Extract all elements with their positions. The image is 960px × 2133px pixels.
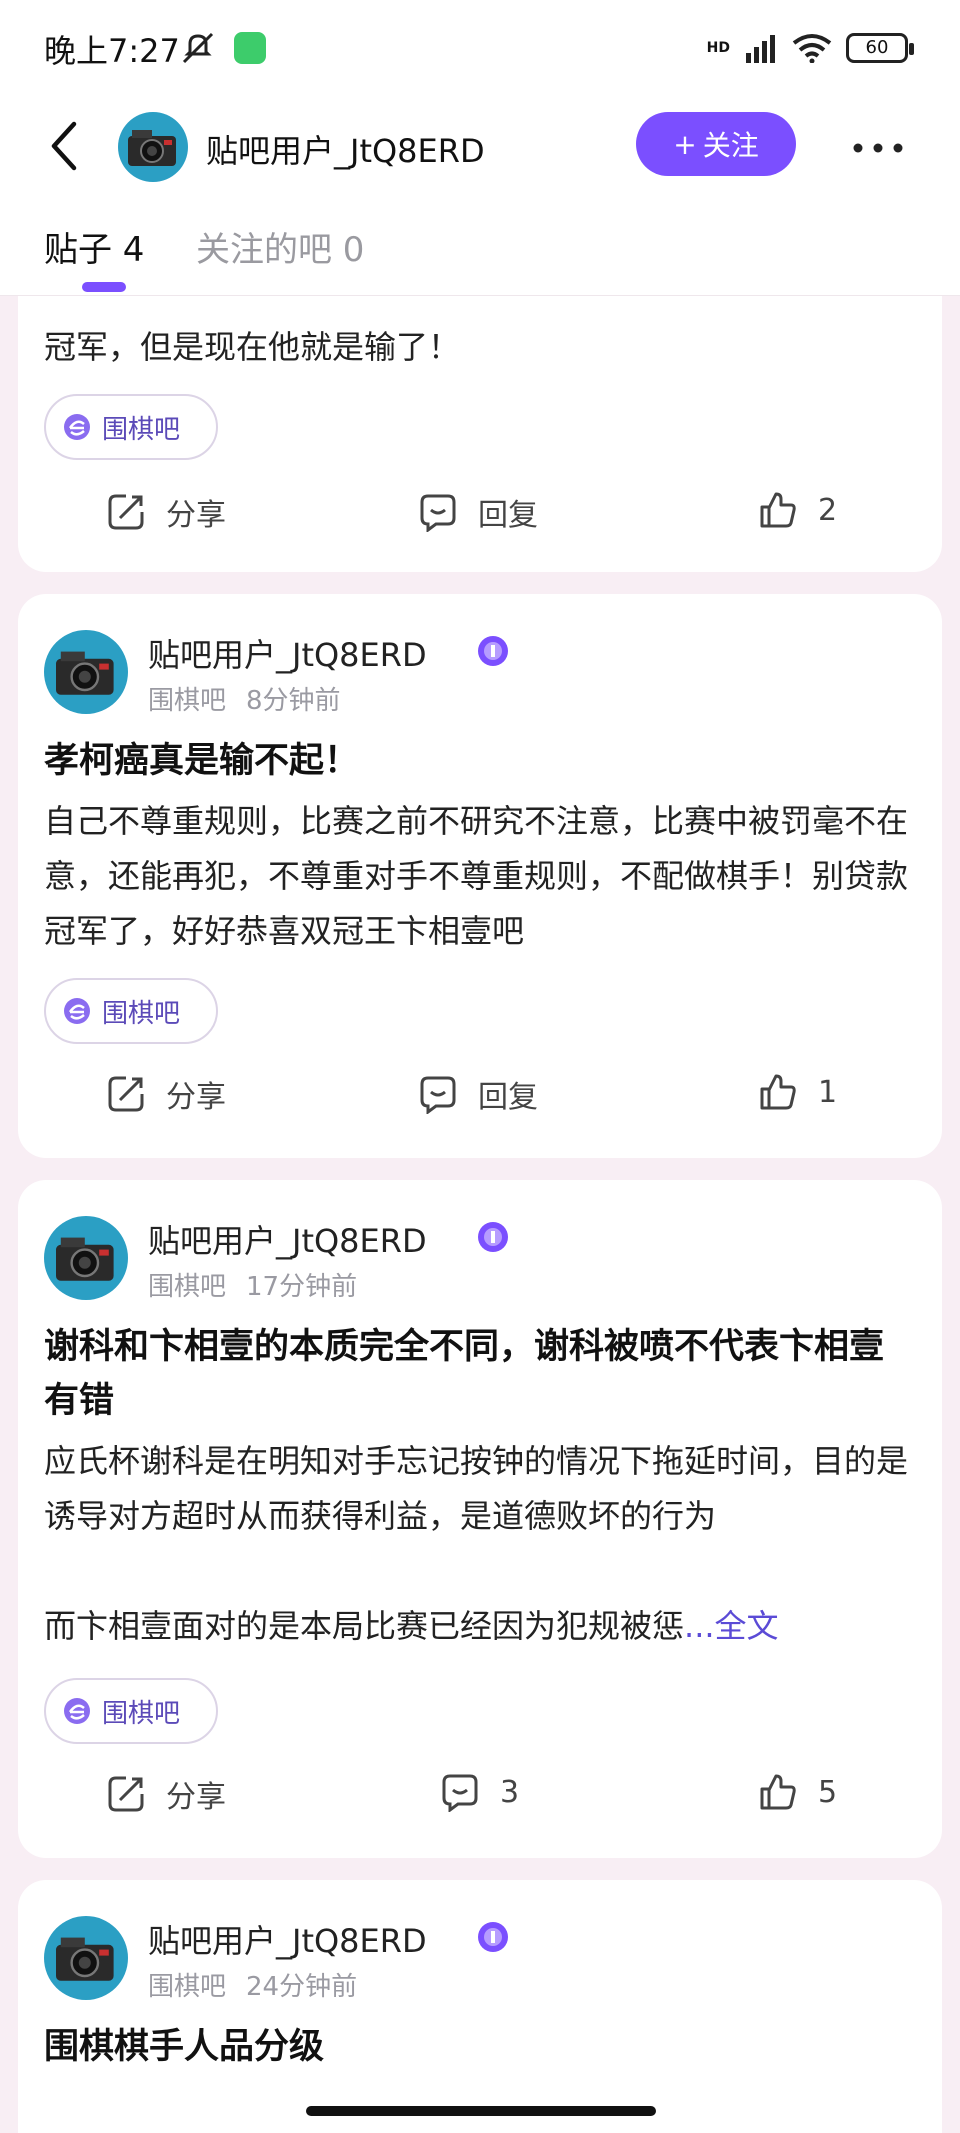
post-time: 24分钟前 (246, 1972, 358, 2002)
app-notification-icon (234, 32, 266, 64)
camera-avatar-image (44, 630, 128, 714)
profile-header: 贴吧用户_JtQ8ERD + 关注 贴子 4 关注的吧 0 (0, 96, 960, 296)
thumbs-up-icon (760, 1774, 796, 1810)
post-card[interactable]: 贴吧用户_JtQ8ERD 围棋吧 17分钟前 谢科和卞相壹的本质完全不同，谢科被喷… (18, 1180, 942, 1858)
home-indicator[interactable] (306, 2106, 656, 2116)
post-forum: 围棋吧 (148, 686, 227, 716)
post-card[interactable]: 贴吧用户_JtQ8ERD 围棋吧 24分钟前 围棋棋手人品分级 (18, 1880, 942, 2133)
reply-button[interactable]: 回复 (418, 490, 538, 534)
reply-button[interactable]: 回复 (418, 1072, 538, 1116)
post-forum: 围棋吧 (148, 1972, 227, 2002)
comment-icon (442, 1774, 478, 1812)
reply-button[interactable]: 3 (440, 1772, 519, 1812)
tab-followed-forums[interactable]: 关注的吧 0 (196, 222, 364, 271)
like-count: 1 (818, 1074, 838, 1110)
comment-icon (420, 1076, 456, 1114)
post-body-line: 而卞相壹面对的是本局比赛已经因为犯规被惩 (44, 1607, 685, 1645)
author-name[interactable]: 贴吧用户_JtQ8ERD (148, 1916, 427, 1962)
post-meta: 围棋吧 8分钟前 (148, 680, 341, 717)
share-icon (108, 1076, 144, 1112)
author-avatar[interactable] (44, 1916, 128, 2000)
reply-label: 回复 (478, 1080, 538, 1115)
share-label: 分享 (166, 498, 226, 533)
post-body: 自己不尊重规则，比赛之前不研究不注意，比赛中被罚毫不在意，还能再犯，不尊重对手不… (44, 802, 909, 950)
status-bar: 晚上7:27 HD 60 (0, 0, 960, 96)
follow-button[interactable]: + 关注 (636, 112, 796, 176)
post-body: 应氏杯谢科是在明知对手忘记按钟的情况下拖延时间，目的是诱导对方超时从而获得利益，… (44, 1442, 909, 1535)
level-badge-icon (478, 636, 508, 666)
post-meta: 围棋吧 24分钟前 (148, 1966, 357, 2003)
forum-chip[interactable]: 围棋吧 (44, 978, 218, 1044)
more-options-icon[interactable] (852, 140, 904, 156)
post-title: 围棋棋手人品分级 (44, 2027, 325, 2067)
active-tab-indicator (82, 282, 126, 292)
level-badge-icon (478, 1922, 508, 1952)
comment-icon (420, 494, 456, 532)
profile-username: 贴吧用户_JtQ8ERD (206, 132, 485, 170)
status-time: 晚上7:27 (44, 32, 180, 70)
camera-avatar-image (44, 1916, 128, 2000)
forum-chip-label: 围棋吧 (102, 414, 181, 445)
like-button[interactable]: 2 (758, 490, 837, 530)
post-body-fragment: 冠军，但是现在他就是输了！ (44, 328, 461, 366)
reply-label: 回复 (478, 498, 538, 533)
post-card[interactable]: 贴吧用户_JtQ8ERD 围棋吧 8分钟前 孝柯癌真是输不起！ 自己不尊重规则，比… (18, 594, 942, 1158)
post-title: 孝柯癌真是输不起！ (44, 741, 360, 781)
like-button[interactable]: 1 (758, 1072, 837, 1112)
share-label: 分享 (166, 1080, 226, 1115)
wifi-icon (792, 34, 832, 63)
plus-icon: + (673, 127, 697, 161)
share-button[interactable]: 分享 (106, 490, 226, 534)
author-name[interactable]: 贴吧用户_JtQ8ERD (148, 1216, 427, 1262)
forum-chip-label: 围棋吧 (102, 998, 181, 1029)
like-count: 2 (818, 492, 838, 528)
follow-label: 关注 (702, 129, 759, 162)
post-forum: 围棋吧 (148, 1272, 227, 1302)
battery-indicator: 60 (846, 33, 914, 63)
author-avatar[interactable] (44, 1216, 128, 1300)
share-icon (108, 1776, 144, 1812)
post-card[interactable]: 冠军，但是现在他就是输了！ 围棋吧 分享 回复 2 (18, 250, 942, 572)
forum-logo-icon (64, 998, 90, 1024)
forum-chip[interactable]: 围棋吧 (44, 1678, 218, 1744)
share-label: 分享 (166, 1780, 226, 1815)
network-type: HD (706, 40, 730, 56)
post-title: 谢科和卞相壹的本质完全不同，谢科被喷不代表卞相壹有错 (44, 1327, 885, 1421)
forum-chip-label: 围棋吧 (102, 1698, 181, 1729)
camera-avatar-image (44, 1216, 128, 1300)
post-body-truncated: 而卞相壹面对的是本局比赛已经因为犯规被惩...全文 (44, 1599, 916, 1654)
tab-posts[interactable]: 贴子 4 (44, 222, 144, 271)
status-indicators: HD 60 (706, 28, 914, 68)
share-button[interactable]: 分享 (106, 1772, 226, 1816)
thumbs-up-icon (760, 492, 796, 528)
level-badge-icon (478, 1222, 508, 1252)
forum-chip[interactable]: 围棋吧 (44, 394, 218, 460)
camera-avatar-image (118, 112, 188, 182)
thumbs-up-icon (760, 1074, 796, 1110)
signal-icon (746, 35, 775, 63)
post-meta: 围棋吧 17分钟前 (148, 1266, 357, 1303)
author-avatar[interactable] (44, 630, 128, 714)
author-name[interactable]: 贴吧用户_JtQ8ERD (148, 630, 427, 676)
like-count: 5 (818, 1774, 838, 1810)
reply-count: 3 (500, 1774, 520, 1810)
back-arrow-icon[interactable] (44, 120, 84, 172)
forum-logo-icon (64, 1698, 90, 1724)
share-button[interactable]: 分享 (106, 1072, 226, 1116)
post-time: 17分钟前 (246, 1272, 358, 1302)
forum-logo-icon (64, 414, 90, 440)
mute-icon (182, 32, 214, 64)
header-avatar[interactable] (118, 112, 188, 182)
share-icon (108, 494, 144, 530)
like-button[interactable]: 5 (758, 1772, 837, 1812)
read-more-link[interactable]: ...全文 (684, 1607, 779, 1645)
post-time: 8分钟前 (246, 686, 341, 716)
